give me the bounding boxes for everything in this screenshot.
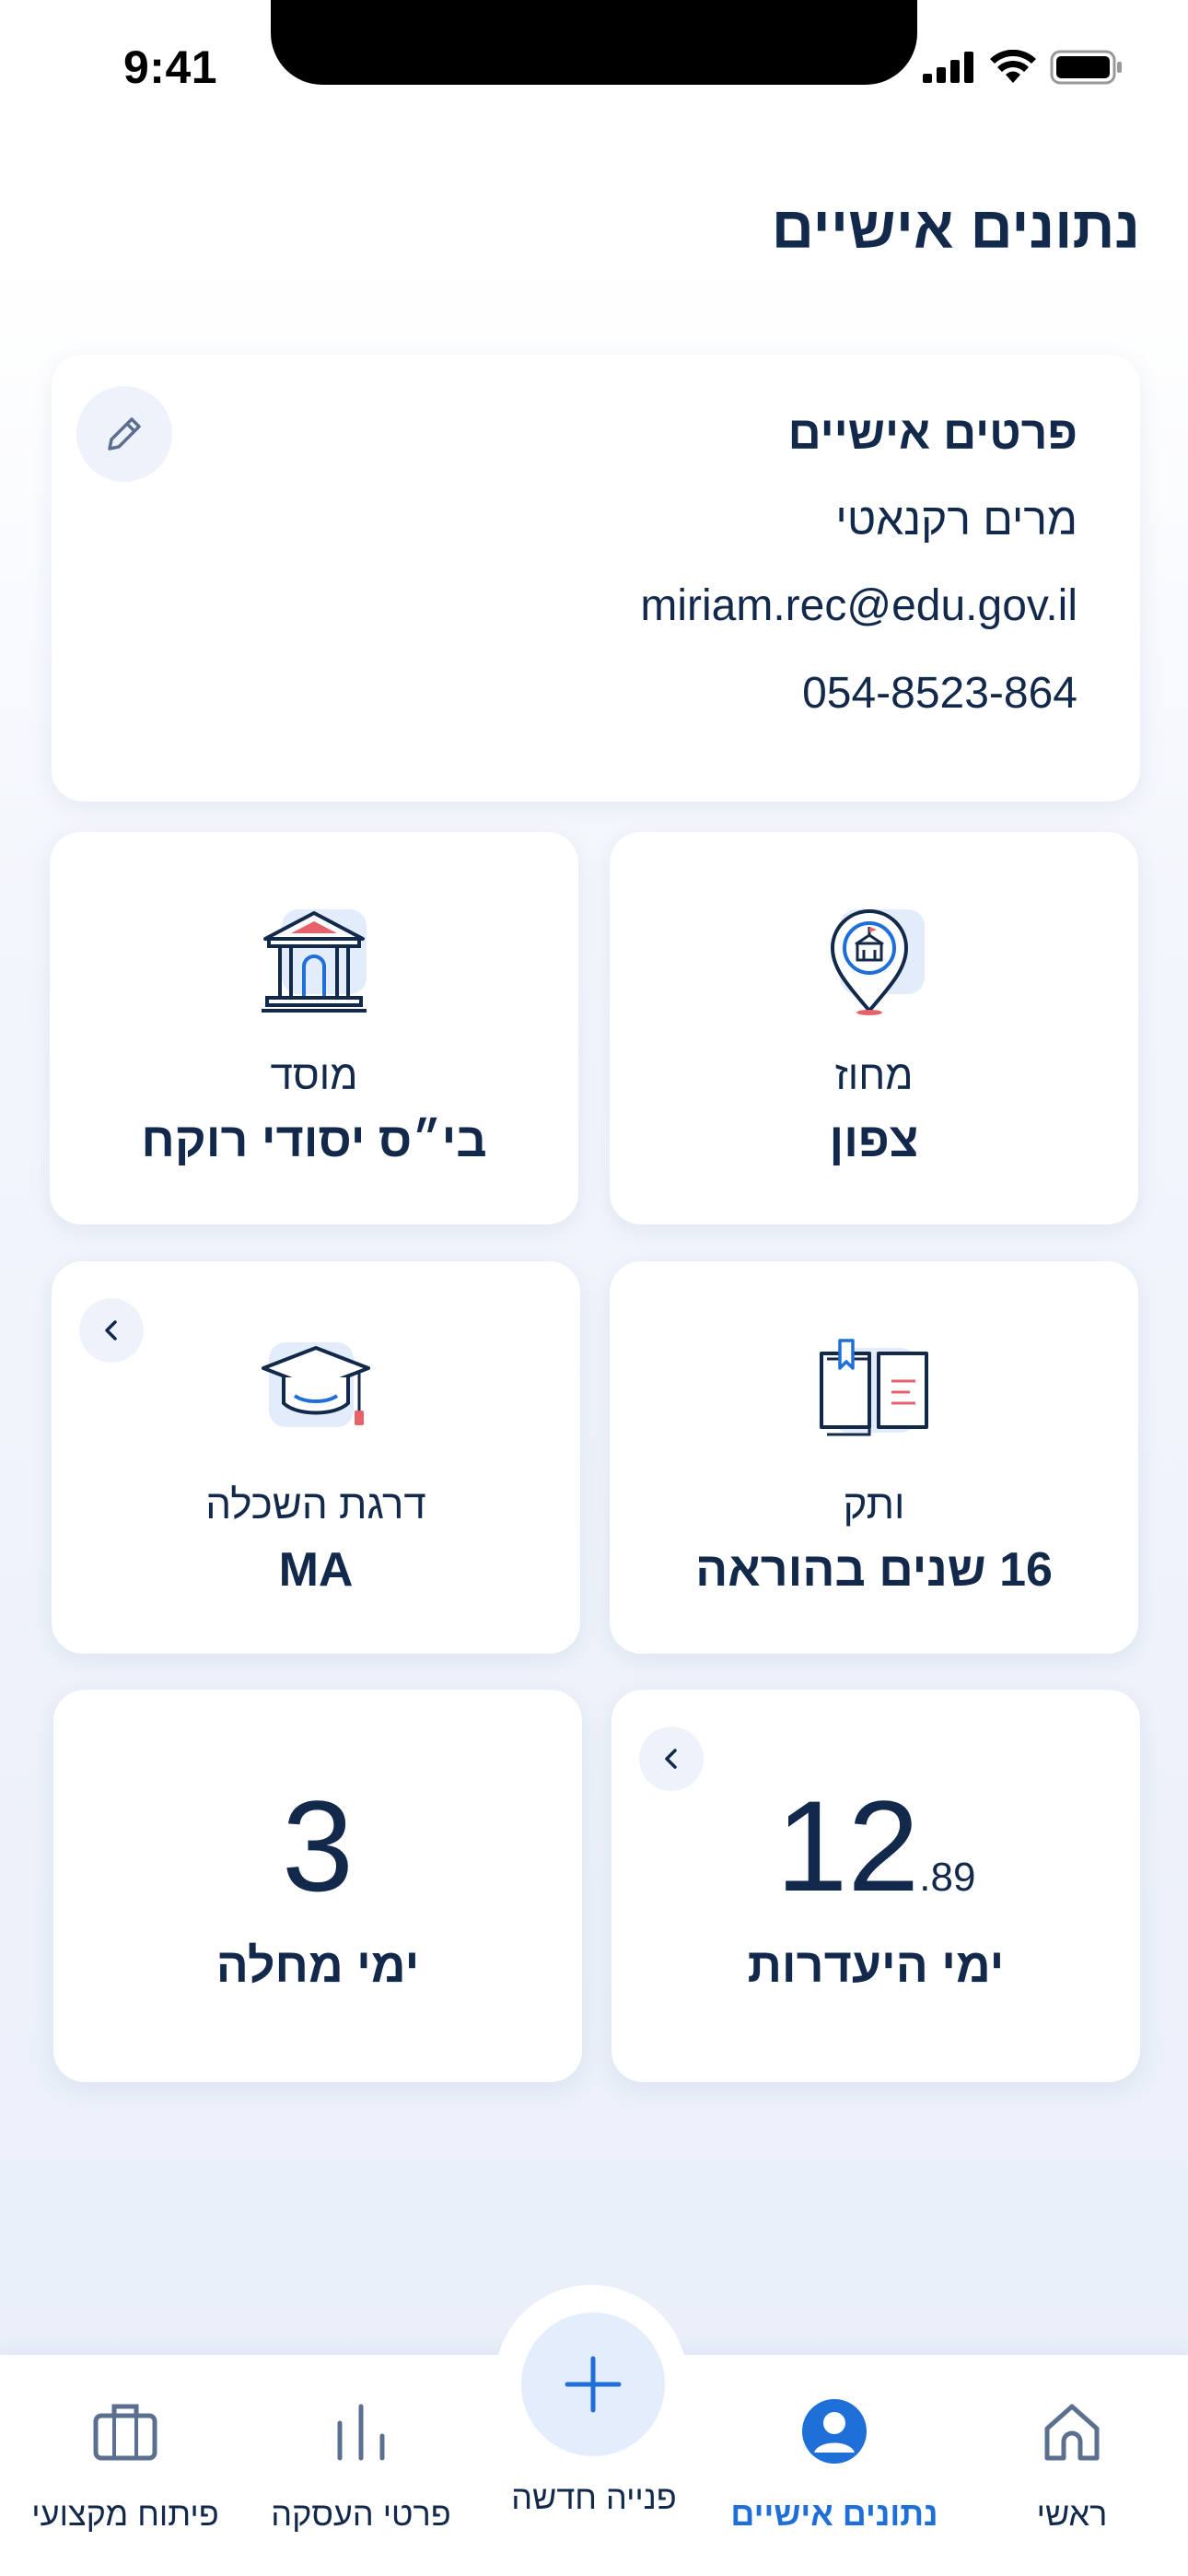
battery-icon xyxy=(1050,50,1122,85)
education-tile[interactable]: דרגת השכלה MA xyxy=(52,1261,580,1654)
institution-tile: מוסד בי״ס יסודי רוקח xyxy=(50,832,578,1224)
new-request-label: פנייה חדשה xyxy=(511,2478,677,2516)
tab-employment-label: פרטי העסקה xyxy=(271,2495,451,2533)
user-name: מרים רקנאטי xyxy=(835,496,1077,544)
absence-days-value: 12.89 xyxy=(611,1782,1140,1911)
chevron-left-icon xyxy=(105,1320,117,1341)
page-title: נתונים אישיים xyxy=(771,194,1140,261)
tab-development[interactable]: פיתוח מקצועי xyxy=(6,2392,245,2534)
sick-days-label: ימי מחלה xyxy=(215,1939,420,1993)
education-label: דרגת השכלה xyxy=(205,1482,426,1528)
device-notch xyxy=(271,0,917,85)
wifi-icon xyxy=(990,50,1036,83)
user-profile-icon xyxy=(802,2399,867,2464)
new-request-button[interactable] xyxy=(521,2313,665,2456)
briefcase-icon xyxy=(93,2404,157,2461)
bar-chart-icon xyxy=(337,2404,385,2461)
tab-development-label: פיתוח מקצועי xyxy=(31,2495,219,2533)
absence-days-whole: 12 xyxy=(775,1774,920,1918)
status-time: 9:41 xyxy=(123,41,218,93)
tab-employment[interactable]: פרטי העסקה xyxy=(241,2392,481,2534)
chevron-left-icon xyxy=(665,1749,677,1769)
institution-building-icon xyxy=(262,909,367,1013)
graduation-cap-icon xyxy=(262,1342,370,1427)
user-email: miriam.rec@edu.gov.il xyxy=(640,581,1077,630)
absence-days-label: ימי היעדרות xyxy=(747,1939,1005,1993)
education-value: MA xyxy=(278,1543,354,1597)
seniority-label: ותק xyxy=(843,1482,905,1528)
personal-details-heading: פרטים אישיים xyxy=(787,407,1077,459)
seniority-value: 16 שנים בהוראה xyxy=(695,1543,1053,1597)
district-label: מחוז xyxy=(834,1053,914,1098)
tab-home-label: ראשי xyxy=(1036,2495,1108,2533)
user-phone: 054-8523-864 xyxy=(802,669,1077,718)
open-book-icon xyxy=(820,1339,928,1436)
pencil-icon xyxy=(108,417,141,451)
location-pin-school-icon xyxy=(830,909,925,1015)
plus-icon xyxy=(565,2356,622,2413)
absence-days-tile[interactable]: 12.89 ימי היעדרות xyxy=(611,1690,1140,2082)
cellular-signal-icon xyxy=(923,52,973,83)
edit-details-button[interactable] xyxy=(76,386,172,482)
personal-details-card: פרטים אישיים מרים רקנאטי miriam.rec@edu.… xyxy=(52,355,1140,802)
sick-days-value: 3 xyxy=(282,1774,354,1918)
status-icons xyxy=(923,50,1124,85)
tab-personal[interactable]: נתונים אישיים xyxy=(715,2392,954,2534)
tab-personal-label: נתונים אישיים xyxy=(730,2495,938,2533)
status-bar: 9:41 xyxy=(0,0,1188,101)
tab-home[interactable]: ראשי xyxy=(952,2392,1188,2534)
institution-value: בי״ס יסודי רוקח xyxy=(141,1114,487,1167)
education-expand-button[interactable] xyxy=(79,1298,144,1363)
institution-label: מוסד xyxy=(270,1053,358,1098)
home-icon xyxy=(1044,2404,1100,2461)
seniority-tile: ותק 16 שנים בהוראה xyxy=(610,1261,1138,1654)
sick-days-tile: 3 ימי מחלה xyxy=(53,1690,582,2082)
absence-days-fraction: .89 xyxy=(919,1855,976,1900)
district-value: צפון xyxy=(829,1114,919,1167)
district-tile: מחוז צפון xyxy=(610,832,1138,1224)
